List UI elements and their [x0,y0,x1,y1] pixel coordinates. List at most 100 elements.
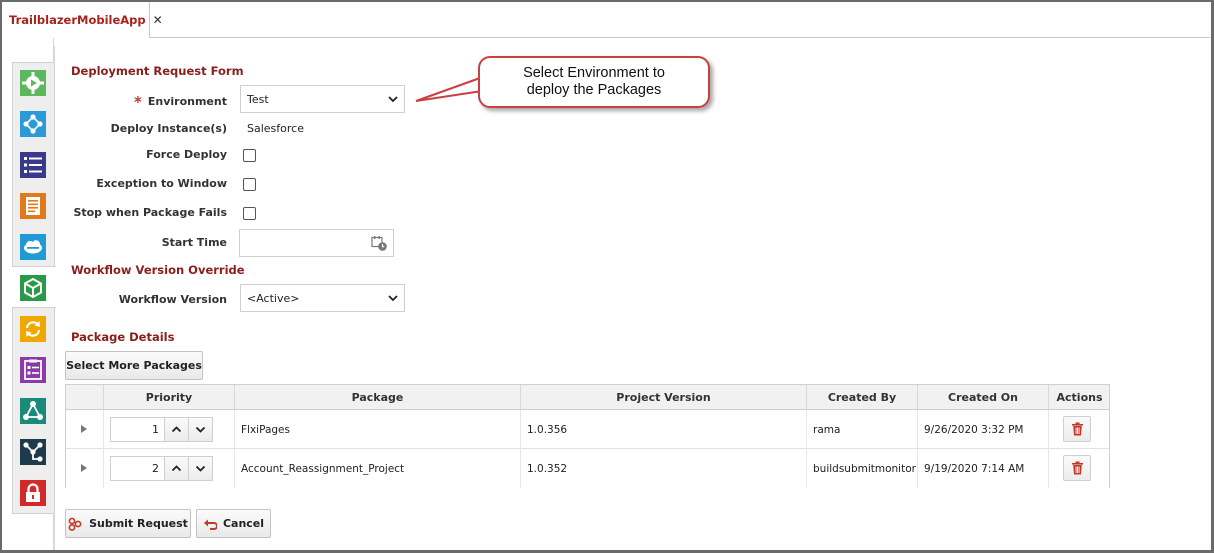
trash-icon [1071,422,1083,436]
callout-line-1: Select Environment to [523,65,665,81]
gear-play-icon [20,70,46,96]
stop-fail-label: Stop when Package Fails [73,206,227,219]
priority-down-button[interactable] [188,457,212,480]
force-deploy-label: Force Deploy [146,148,227,161]
priority-stepper[interactable]: 2 [110,456,213,481]
callout-line-2: deploy the Packages [526,82,662,98]
header-package[interactable]: Package [235,385,521,410]
network-icon [20,111,46,137]
version-cell: 1.0.356 [521,410,807,449]
document-icon [20,193,46,219]
priority-value[interactable]: 1 [111,418,163,441]
table-header: Priority Package Project Version Created… [66,385,1109,410]
start-time-input[interactable] [239,229,394,257]
refresh-icon [20,316,46,342]
chevron-up-icon [171,426,182,433]
sidebar-item-salesforce-cloud-icon[interactable] [20,234,46,260]
submit-nodes-icon [68,517,82,531]
actions-cell [1049,449,1110,488]
environment-value: Test [247,92,269,106]
sidebar-item-lock-icon[interactable] [20,480,46,506]
deploy-instances-label: Deploy Instance(s) [110,122,227,135]
created-by-cell: rama [807,410,918,449]
sidebar-item-pipeline-icon[interactable] [20,439,46,465]
tab-trailblazermobileapp[interactable]: TrailblazerMobileApp ✕ [2,2,163,38]
chevron-down-icon [388,96,398,103]
close-icon[interactable]: ✕ [153,13,163,27]
package-cube-icon [20,275,46,301]
chevron-down-icon [195,465,206,472]
row-expander-cell[interactable] [66,449,104,488]
sidebar-item-checklist-icon[interactable] [20,357,46,383]
priority-up-button[interactable] [164,457,188,480]
submit-request-label: Submit Request [89,517,188,530]
table-row: 1 FlxiPages 1.0.356 rama 9/26/2020 3:32 … [66,410,1109,449]
environment-label: * Environment [134,91,227,111]
undo-icon [203,519,217,530]
exception-window-checkbox[interactable] [243,178,256,191]
created-on-cell: 9/19/2020 7:14 AM [918,449,1049,488]
header-expand [66,385,104,410]
select-more-packages-button[interactable]: Select More Packages [65,351,203,380]
list-icon [20,152,46,178]
created-on-cell: 9/26/2020 3:32 PM [918,410,1049,449]
sidebar-item-share-nodes-icon[interactable] [20,398,46,424]
chevron-up-icon [171,465,182,472]
priority-value[interactable]: 2 [111,457,163,480]
sidebar-item-list-icon[interactable] [20,152,46,178]
cancel-label: Cancel [222,517,265,530]
force-deploy-checkbox[interactable] [243,149,256,162]
workflow-version-select[interactable]: <Active> [240,284,405,312]
trash-icon [1071,461,1083,475]
share-nodes-icon [20,398,46,424]
priority-cell: 1 [104,410,235,449]
chevron-down-icon [388,295,398,302]
calendar-clock-icon[interactable] [371,235,388,252]
cancel-button[interactable]: Cancel [196,509,271,538]
priority-cell: 2 [104,449,235,488]
start-time-label: Start Time [161,236,227,249]
sidebar-item-gear-play-icon[interactable] [20,70,46,96]
actions-cell [1049,410,1110,449]
header-priority[interactable]: Priority [104,385,235,410]
salesforce-cloud-icon [20,234,46,260]
sidebar-item-document-icon[interactable] [20,193,46,219]
created-by-cell: buildsubmitmonitor [807,449,918,488]
sidebar [12,62,56,514]
checklist-icon [20,357,46,383]
submit-request-button[interactable]: Submit Request [65,509,191,538]
header-actions: Actions [1056,391,1103,404]
header-project-version[interactable]: Project Version [521,385,807,410]
priority-down-button[interactable] [188,418,212,441]
app-window: TrailblazerMobileApp ✕ Deployment Reques… [0,0,1214,553]
sidebar-item-package-cube-icon[interactable] [20,275,46,301]
package-cell: FlxiPages [235,410,521,449]
sidebar-item-refresh-icon[interactable] [20,316,46,342]
expand-arrow-icon[interactable] [81,464,87,472]
workflow-version-value: <Active> [247,291,300,305]
deploy-instances-value: Salesforce [247,122,304,135]
expand-arrow-icon[interactable] [81,425,87,433]
form-title: Deployment Request Form [71,64,244,78]
packages-table: Priority Package Project Version Created… [65,384,1110,488]
pipeline-icon [20,439,46,465]
delete-button[interactable] [1063,455,1091,481]
delete-button[interactable] [1063,416,1091,442]
lock-icon [20,480,46,506]
package-section-title: Package Details [71,330,175,344]
priority-up-button[interactable] [164,418,188,441]
header-created-on[interactable]: Created On [918,385,1049,410]
environment-select[interactable]: Test [240,85,405,113]
stop-fail-checkbox[interactable] [243,207,256,220]
row-expander-cell[interactable] [66,410,104,449]
package-cell: Account_Reassignment_Project [235,449,521,488]
priority-stepper[interactable]: 1 [110,417,213,442]
version-cell: 1.0.352 [521,449,807,488]
sidebar-item-network-icon[interactable] [20,111,46,137]
table-row: 2 Account_Reassignment_Project 1.0.352 b… [66,449,1109,488]
callout-bubble: Select Environment to deploy the Package… [478,56,710,108]
exception-window-label: Exception to Window [96,177,227,190]
tab-bar: TrailblazerMobileApp ✕ [2,2,1211,38]
header-created-by[interactable]: Created By [807,385,918,410]
tab-title: TrailblazerMobileApp [9,13,146,27]
